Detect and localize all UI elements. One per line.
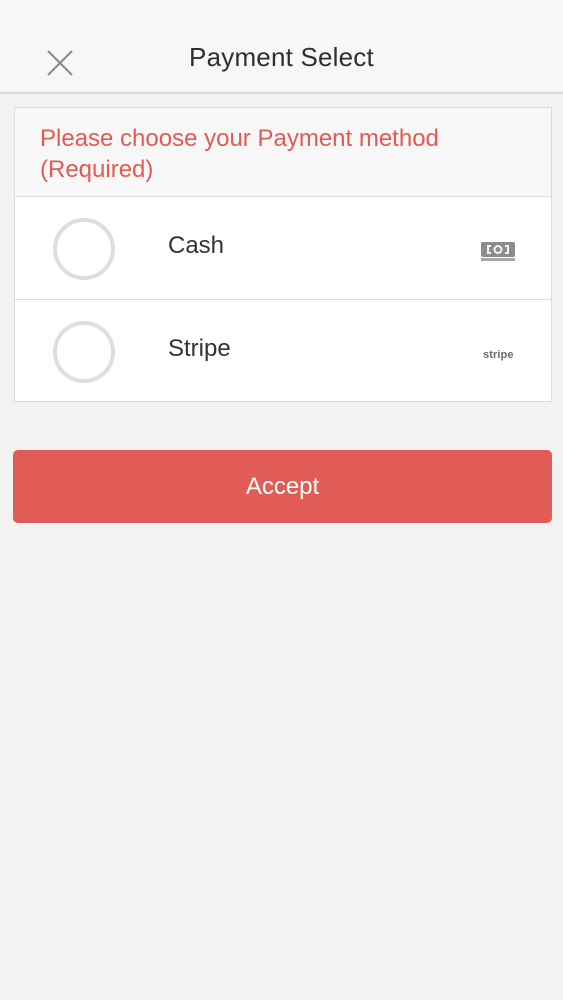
cash-radio-button[interactable] bbox=[53, 218, 115, 280]
page-title: Payment Select bbox=[189, 42, 374, 72]
cash-label: Cash bbox=[168, 232, 225, 259]
cash-icon bbox=[481, 242, 515, 261]
navigation-header: Payment Select bbox=[0, 0, 563, 94]
payment-option-cash[interactable]: Cash bbox=[15, 197, 551, 300]
payment-method-card: Please choose your Payment method (Requi… bbox=[14, 107, 552, 402]
payment-option-stripe[interactable]: Stripe stripe bbox=[15, 300, 551, 403]
payment-prompt-header: Please choose your Payment method (Requi… bbox=[15, 108, 551, 197]
stripe-label: Stripe bbox=[168, 335, 231, 362]
accept-button[interactable]: Accept bbox=[13, 450, 552, 523]
stripe-radio-button[interactable] bbox=[53, 321, 115, 383]
payment-prompt-text: Please choose your Payment method (Requi… bbox=[40, 125, 439, 183]
stripe-logo: stripe bbox=[483, 349, 514, 361]
